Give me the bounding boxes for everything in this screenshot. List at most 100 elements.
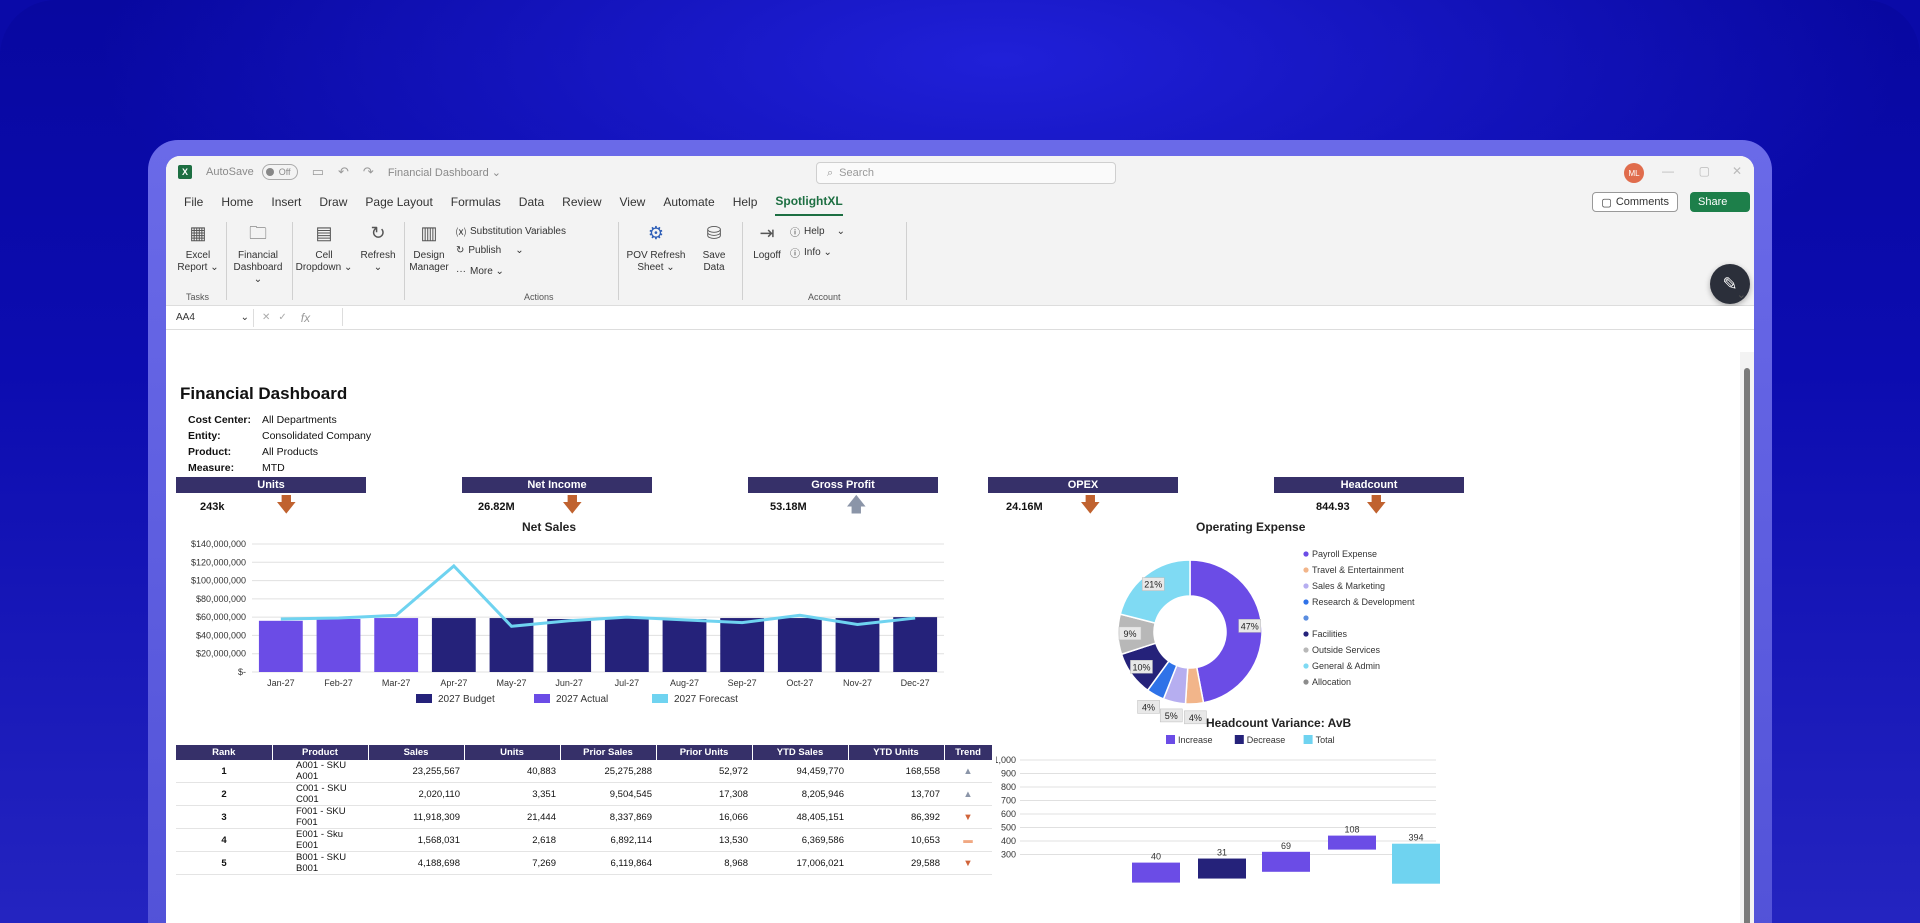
publish-button[interactable]: ↻ Publish ⌄ [456,245,524,256]
table-cell-sales[interactable]: 4,188,698 [368,851,464,875]
check-icon[interactable]: ✓ [278,312,286,323]
excel-report-button[interactable]: ▦ Excel Report ⌄ [176,220,220,274]
cell-dropdown-button[interactable]: ▤ Cell Dropdown ⌄ [294,220,354,274]
table-row[interactable]: 1 A001 - SKU A001 23,255,567 40,883 25,275,2… [176,760,992,783]
refresh-button[interactable]: ↻ Refresh ⌄ [356,220,400,274]
table-cell-prior-units[interactable]: 8,968 [656,851,752,875]
table-cell-ytd-sales[interactable]: 94,459,770 [752,760,848,783]
table-cell-ytd-units[interactable]: 168,558 [848,760,944,783]
formula-input[interactable] [342,308,1734,326]
menu-home[interactable]: Home [221,188,253,216]
table-cell-prior-sales[interactable]: 6,892,114 [560,828,656,852]
menu-spotlightxl[interactable]: SpotlightXL [775,188,843,216]
menu-review[interactable]: Review [562,188,601,216]
table-row[interactable]: 3 F001 - SKU F001 11,918,309 21,444 8,337,86… [176,805,992,829]
autosave-toggle[interactable]: Off [261,164,298,180]
function-icon[interactable]: fx [301,311,310,325]
table-cell-units[interactable]: 21,444 [464,805,560,829]
table-row[interactable]: 2 C001 - SKU C001 2,020,110 3,351 9,504,545 1… [176,782,992,806]
avatar[interactable]: ML [1624,163,1644,183]
name-box[interactable]: AA4 ⌄ [172,308,254,327]
menu-file[interactable]: File [184,188,203,216]
menu-automate[interactable]: Automate [663,188,714,216]
table-cell-sales[interactable]: 23,255,567 [368,760,464,783]
table-cell-ytd-units[interactable]: 86,392 [848,805,944,829]
comments-label: Comments [1615,196,1669,208]
table-cell-product[interactable]: F001 - SKU F001 [272,805,368,829]
maximize-icon[interactable]: ▢ [1699,164,1710,178]
x-tick-label: Sep-27 [728,678,757,688]
menu-data[interactable]: Data [519,188,544,216]
legend-swatch [652,694,668,703]
headcount-variance-chart[interactable]: Increase Decrease Total 1,000 900 800 700 600 50… [996,730,1456,923]
table-cell-prior-units[interactable]: 52,972 [656,760,752,783]
undo-icon[interactable]: ↶ [338,164,349,180]
save-data-button[interactable]: ⛁ Save Data [694,220,734,274]
table-cell-prior-sales[interactable]: 8,337,869 [560,805,656,829]
table-cell-prior-units[interactable]: 13,530 [656,828,752,852]
help-button[interactable]: ⓘ Help ⌄ [790,224,845,239]
table-cell-rank[interactable]: 4 [176,828,272,852]
table-cell-ytd-units[interactable]: 10,653 [848,828,944,852]
table-row[interactable]: 5 B001 - SKU B001 4,188,698 7,269 6,119,864 8… [176,851,992,875]
redo-icon[interactable]: ↷ [363,164,374,180]
menu-page-layout[interactable]: Page Layout [365,188,432,216]
table-cell-sales[interactable]: 11,918,309 [368,805,464,829]
table-cell-ytd-units[interactable]: 13,707 [848,782,944,806]
minimize-icon[interactable]: — [1662,164,1674,178]
table-cell-rank[interactable]: 2 [176,782,272,806]
table-cell-ytd-sales[interactable]: 6,369,586 [752,828,848,852]
x-tick-label: Nov-27 [843,678,872,688]
table-cell-units[interactable]: 7,269 [464,851,560,875]
opex-donut-chart[interactable]: 47% 4% 5% 4% 10% 9% 21% Payroll Expense Travel &… [1086,532,1506,732]
table-row[interactable]: 4 E001 - Sku E001 1,568,031 2,618 6,892,114 1… [176,828,992,852]
menu-insert[interactable]: Insert [271,188,301,216]
menu-view[interactable]: View [620,188,646,216]
table-cell-rank[interactable]: 5 [176,851,272,875]
table-cell-rank[interactable]: 1 [176,760,272,783]
table-cell-product[interactable]: A001 - SKU A001 [272,760,368,783]
menu-help[interactable]: Help [733,188,758,216]
pov-refresh-sheet-button[interactable]: ⚙ POV Refresh Sheet ⌄ [624,220,688,274]
table-cell-rank[interactable]: 3 [176,805,272,829]
table-cell-prior-units[interactable]: 17,308 [656,782,752,806]
table-cell-units[interactable]: 2,618 [464,828,560,852]
cancel-icon[interactable]: ✕ [262,312,270,323]
menu-draw[interactable]: Draw [319,188,347,216]
net-sales-chart[interactable]: $140,000,000 $120,000,000 $100,000,000 $80,… [166,528,966,708]
table-cell-prior-sales[interactable]: 6,119,864 [560,851,656,875]
table-cell-ytd-sales[interactable]: 17,006,021 [752,851,848,875]
more-button[interactable]: ··· More ⌄ [456,266,504,277]
vertical-scrollbar[interactable] [1740,352,1754,923]
financial-dashboard-button[interactable]: 🗀 Financial Dashboard ⌄ [228,220,288,286]
substitution-variables-button[interactable]: ⒳ Substitution Variables [456,224,566,239]
collapse-ribbon-icon[interactable]: ⌄ [1737,288,1746,301]
search-box[interactable]: ⌕ Search [816,162,1116,184]
table-cell-product[interactable]: B001 - SKU B001 [272,851,368,875]
table-cell-sales[interactable]: 1,568,031 [368,828,464,852]
document-title[interactable]: Financial Dashboard ⌄ [388,166,501,179]
save-icon[interactable]: ▭ [312,164,324,180]
table-cell-prior-units[interactable]: 16,066 [656,805,752,829]
table-cell-prior-sales[interactable]: 25,275,288 [560,760,656,783]
table-cell-ytd-sales[interactable]: 48,405,151 [752,805,848,829]
data-label: 21% [1144,580,1162,590]
design-manager-button[interactable]: ▥ Design Manager [406,220,452,274]
logoff-button[interactable]: ⇥ Logoff [746,220,788,262]
share-button[interactable]: Share [1690,192,1750,212]
table-cell-units[interactable]: 40,883 [464,760,560,783]
table-cell-sales[interactable]: 2,020,110 [368,782,464,806]
legend-label: Decrease [1247,735,1286,745]
table-cell-units[interactable]: 3,351 [464,782,560,806]
table-cell-prior-sales[interactable]: 9,504,545 [560,782,656,806]
table-cell-product[interactable]: C001 - SKU C001 [272,782,368,806]
table-cell-ytd-units[interactable]: 29,588 [848,851,944,875]
comments-button[interactable]: ▢ Comments [1592,192,1678,212]
worksheet[interactable]: Financial Dashboard Cost Center: All Dep… [166,352,1740,923]
table-cell-ytd-sales[interactable]: 8,205,946 [752,782,848,806]
menu-formulas[interactable]: Formulas [451,188,501,216]
logoff-label: Logoff [753,250,781,261]
close-icon[interactable]: ✕ [1732,164,1742,178]
table-cell-product[interactable]: E001 - Sku E001 [272,828,368,852]
info-button[interactable]: ⓘ Info ⌄ [790,245,832,260]
